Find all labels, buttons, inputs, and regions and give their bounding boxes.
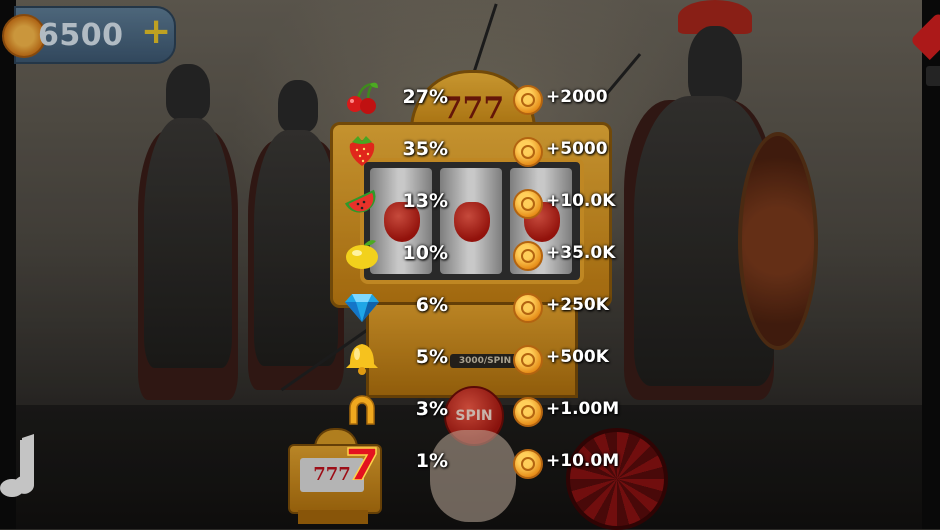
symbol-reward: +2000 bbox=[546, 87, 608, 107]
coin-icon bbox=[513, 137, 543, 167]
symbol-reward: +10.0M bbox=[546, 451, 620, 471]
symbol-reward: +500K bbox=[546, 347, 609, 367]
coin-icon bbox=[513, 241, 543, 271]
symbol-reward: +250K bbox=[546, 295, 609, 315]
coin-icon bbox=[513, 85, 543, 115]
lemon-icon bbox=[346, 240, 378, 269]
paytable-row: 5% +500K bbox=[336, 338, 626, 378]
symbol-probability: 3% bbox=[415, 398, 448, 420]
symbol-reward: +1.00M bbox=[546, 399, 620, 419]
coin-icon bbox=[513, 397, 543, 427]
symbol-probability: 6% bbox=[415, 294, 448, 316]
symbol-probability: 10% bbox=[402, 242, 448, 264]
symbol-reward: +5000 bbox=[546, 139, 608, 159]
paytable-row: 3% +1.00M bbox=[336, 390, 626, 430]
symbol-reward: +10.0K bbox=[546, 191, 616, 211]
watermelon-icon bbox=[344, 189, 376, 213]
paytable-row: 13% +10.0K bbox=[336, 182, 626, 222]
symbol-probability: 1% bbox=[415, 450, 448, 472]
coin-icon bbox=[513, 345, 543, 375]
coin-icon bbox=[513, 293, 543, 323]
symbol-probability: 35% bbox=[402, 138, 448, 160]
paytable-row: 1% +10.0M bbox=[336, 442, 626, 482]
coin-icon bbox=[513, 189, 543, 219]
bell-icon bbox=[346, 344, 378, 375]
strawberry-icon bbox=[349, 136, 375, 166]
paytable-row: 35% +5000 bbox=[336, 130, 626, 170]
paytable-row: 10% +35.0K bbox=[336, 234, 626, 274]
diamond-icon bbox=[345, 294, 379, 322]
symbol-probability: 5% bbox=[415, 346, 448, 368]
paytable: 27% +2000 35% +5000 13% +10.0K 10% +35.0… bbox=[336, 78, 626, 494]
symbol-probability: 27% bbox=[402, 86, 448, 108]
symbol-probability: 13% bbox=[402, 190, 448, 212]
symbol-reward: +35.0K bbox=[546, 243, 616, 263]
horseshoe-icon bbox=[349, 395, 375, 425]
coin-icon bbox=[513, 449, 543, 479]
seven-icon bbox=[347, 447, 377, 480]
cherry-icon bbox=[347, 82, 378, 114]
paytable-row: 27% +2000 bbox=[336, 78, 626, 118]
paytable-row: 6% +250K bbox=[336, 286, 626, 326]
